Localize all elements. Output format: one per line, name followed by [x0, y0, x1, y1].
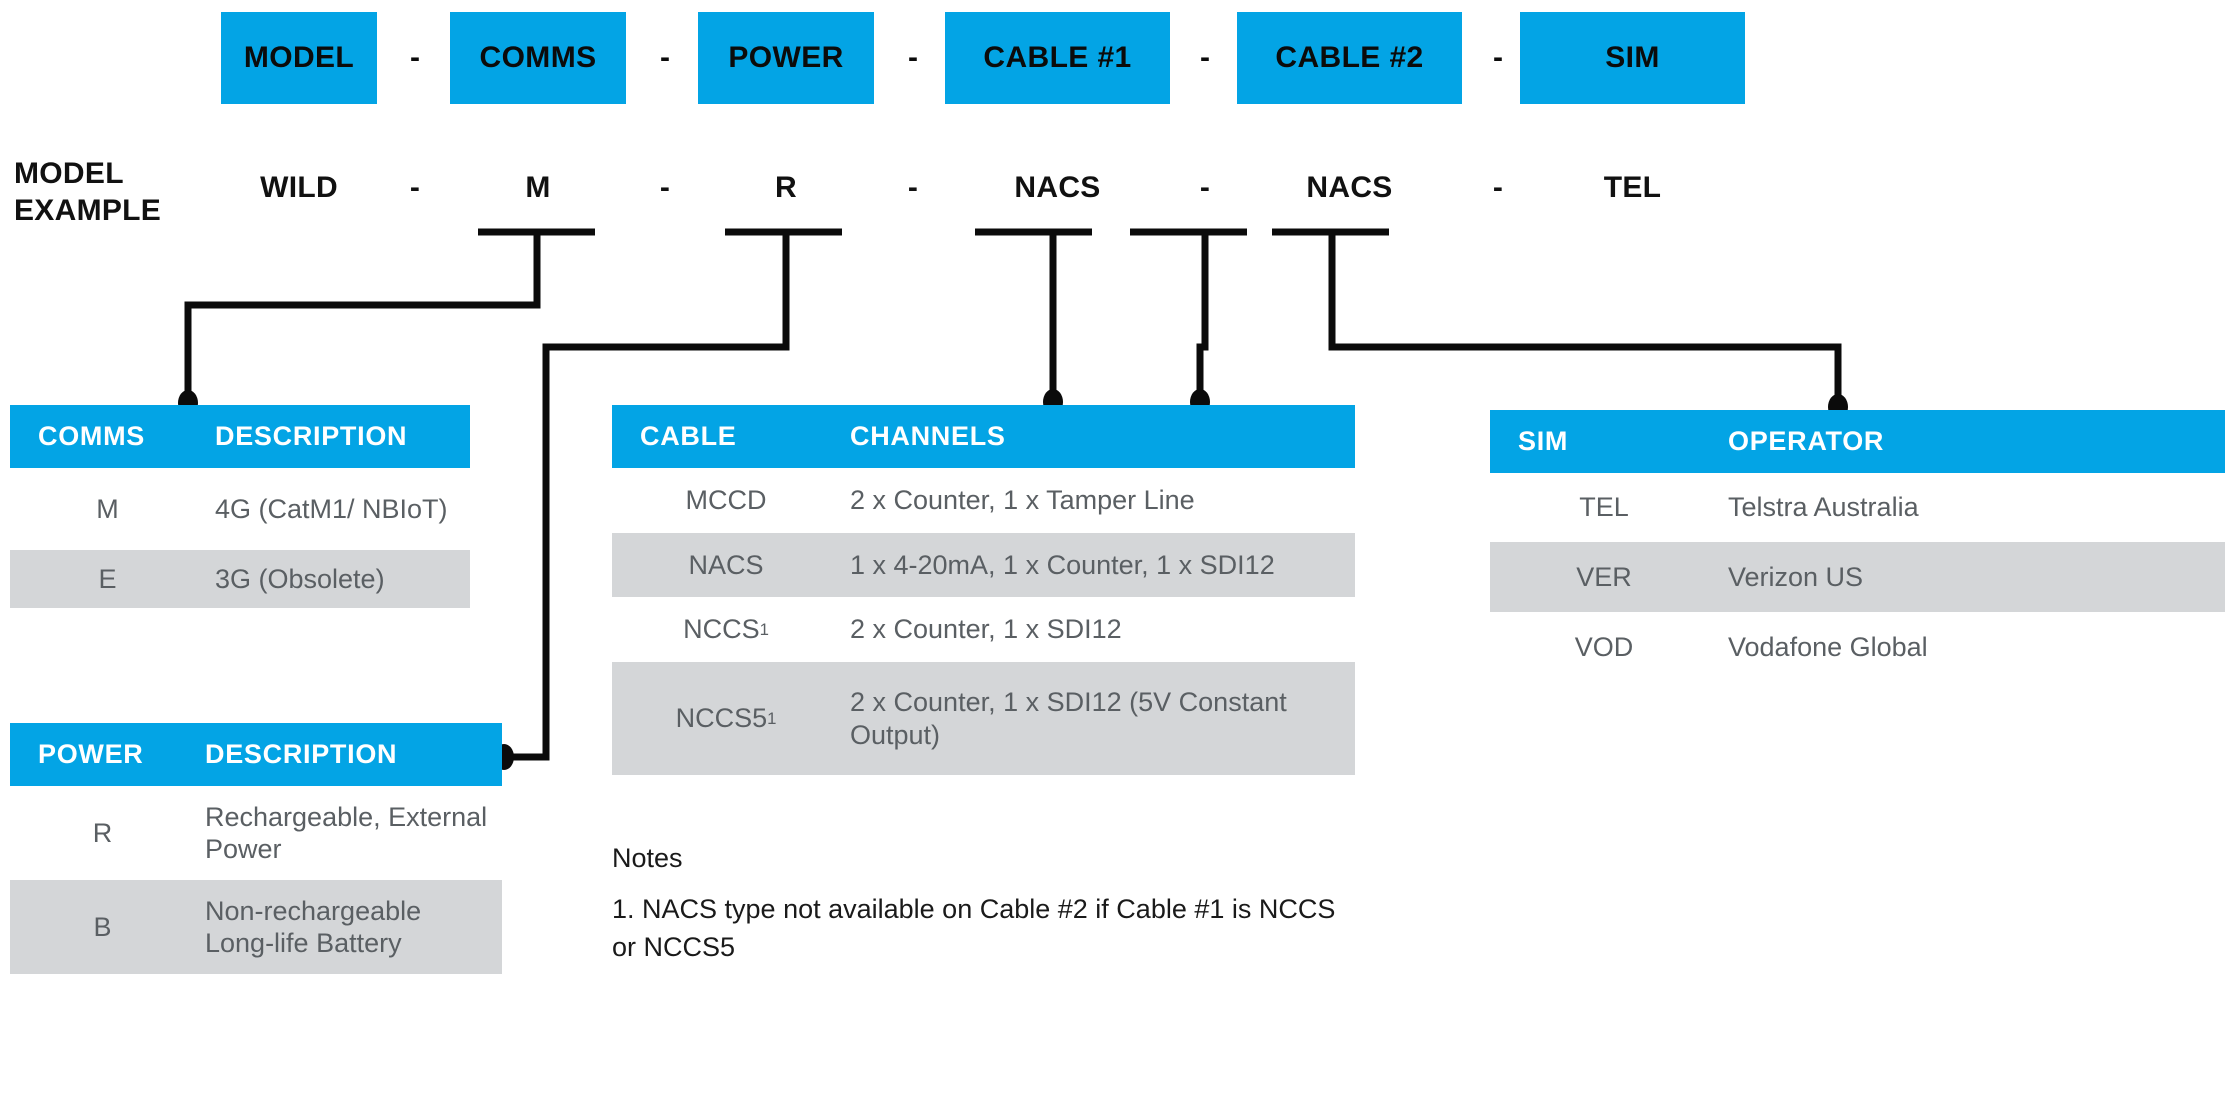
example-value-m: M — [525, 171, 551, 204]
example-separator-2: - — [409, 171, 421, 204]
cable-row-code: NACS — [688, 549, 764, 580]
code-separator-2: - — [660, 41, 670, 74]
table-row: M 4G (CatM1/ NBIoT) — [10, 468, 470, 550]
power-table-header: POWER DESCRIPTION — [10, 723, 502, 786]
notes-text: 1. NACS type not available on Cable #2 i… — [612, 894, 1336, 963]
sim-row-desc: Telstra Australia — [1728, 492, 1919, 523]
code-box-model: MODEL — [221, 12, 377, 104]
comms-row-code: M — [96, 493, 119, 524]
example-value-r: R — [775, 171, 797, 204]
table-row: VOD Vodafone Global — [1490, 612, 2225, 682]
power-row-desc: Non-rechargeable Long-life Battery — [205, 895, 422, 958]
cable-row-code: NCCS5 1 — [675, 703, 777, 733]
cable-table: CABLE CHANNELS MCCD 2 x Counter, 1 x Tamper… — [612, 405, 1355, 775]
example-value-nacs: NACS — [1014, 171, 1101, 204]
power-table: POWER DESCRIPTION R Rechargeable, External … — [10, 723, 502, 974]
comms-header-desc: DESCRIPTION — [215, 421, 408, 452]
cable-row-desc: 2 x Counter, 1 x SDI12 — [850, 614, 1122, 645]
table-row: NCCS 1 2 x Counter, 1 x SDI12 — [612, 597, 1355, 662]
table-row: NCCS5 1 2 x Counter, 1 x SDI12 (5V Constan… — [612, 662, 1355, 775]
code-box-sim: SIM — [1520, 12, 1745, 104]
table-row: R Rechargeable, External Power — [10, 786, 502, 880]
example-separator-4: - — [659, 171, 671, 204]
cable-row-code: MCCD — [685, 485, 767, 515]
cable-row-code: NCCS 1 — [683, 614, 769, 644]
table-row: TEL Telstra Australia — [1490, 473, 2225, 542]
table-row: VER Verizon US — [1490, 542, 2225, 612]
power-header-desc: DESCRIPTION — [205, 739, 398, 770]
comms-row-desc: 3G (Obsolete) — [215, 563, 385, 594]
code-box-comms: COMMS — [450, 12, 626, 104]
sim-leader — [1272, 228, 1842, 404]
example-value-wild: WILD — [260, 171, 338, 204]
code-box-label: CABLE #1 — [983, 41, 1132, 74]
cable-header-code: CABLE — [640, 421, 737, 451]
notes-title: Notes — [612, 843, 683, 873]
comms-row-desc: 4G (CatM1/ NBIoT) — [215, 493, 448, 524]
code-box-cable-2: CABLE #2 — [1237, 12, 1462, 104]
comms-table-header: COMMS DESCRIPTION — [10, 405, 470, 468]
power-row-desc: Rechargeable, External Power — [205, 801, 488, 864]
table-row: NACS 1 x 4-20mA, 1 x Counter, 1 x SDI12 — [612, 533, 1355, 597]
cable-table-header: CABLE CHANNELS — [612, 405, 1355, 468]
cable-row-desc: 1 x 4-20mA, 1 x Counter, 1 x SDI12 — [850, 549, 1275, 580]
code-box-label: POWER — [728, 41, 844, 74]
example-value-nacs: NACS — [1306, 171, 1393, 204]
example-separator-6: - — [907, 171, 919, 204]
code-box-cable-1: CABLE #1 — [945, 12, 1170, 104]
ordering-code-diagram: MODEL COMMS POWER CABLE #1 CABLE #2 SIM - - - - -… — [0, 0, 2225, 1103]
model-example-label-line2: EXAMPLE — [14, 194, 162, 228]
sim-header-code: SIM — [1518, 426, 1569, 456]
sim-row-desc: Verizon US — [1728, 561, 1864, 592]
sim-row-code: TEL — [1579, 492, 1629, 522]
power-row-code: R — [92, 817, 113, 848]
comms-leader — [184, 228, 595, 400]
cable-header-desc: CHANNELS — [850, 421, 1006, 452]
sim-row-desc: Vodafone Global — [1728, 631, 1928, 662]
comms-row-code: E — [98, 563, 117, 594]
example-separator-8: - — [1199, 171, 1211, 204]
model-example-label: MODEL EXAMPLE — [14, 155, 161, 229]
code-box-label: MODEL — [243, 41, 355, 74]
cable-row-desc: 2 x Counter, 1 x Tamper Line — [850, 485, 1195, 516]
example-value-tel: TEL — [1603, 171, 1662, 204]
comms-table: COMMS DESCRIPTION M 4G (CatM1/ NBIoT) E 3G (O… — [10, 405, 470, 608]
sim-row-code: VER — [1576, 561, 1632, 592]
sim-header-desc: OPERATOR — [1728, 426, 1885, 457]
example-separator-10: - — [1492, 171, 1504, 204]
table-row: B Non-rechargeable Long-life Battery — [10, 880, 502, 974]
cable2-leader — [1130, 228, 1247, 399]
code-separator-1: - — [410, 41, 420, 74]
code-separator-4: - — [1200, 41, 1210, 74]
power-header-code: POWER — [38, 739, 144, 769]
sim-table-header: SIM OPERATOR — [1490, 410, 2225, 473]
power-row-code: B — [93, 911, 112, 942]
code-separator-5: - — [1493, 41, 1503, 74]
model-example-label-line1: MODEL — [14, 157, 124, 190]
comms-header-code: COMMS — [38, 421, 145, 451]
code-box-power: POWER — [698, 12, 874, 104]
code-box-label: SIM — [1605, 41, 1660, 74]
code-separator-3: - — [908, 41, 918, 74]
cable1-leader — [975, 228, 1092, 399]
code-box-label: COMMS — [479, 41, 597, 74]
table-row: MCCD 2 x Counter, 1 x Tamper Line — [612, 468, 1355, 533]
sim-row-code: VOD — [1574, 631, 1634, 662]
cable-row-desc: 2 x Counter, 1 x SDI12 (5V Constant Outp… — [850, 687, 1287, 750]
sim-table: SIM OPERATOR TEL Telstra Australia VER Verizo… — [1490, 410, 2225, 682]
code-box-label: CABLE #2 — [1275, 41, 1424, 74]
table-row: E 3G (Obsolete) — [10, 550, 470, 608]
